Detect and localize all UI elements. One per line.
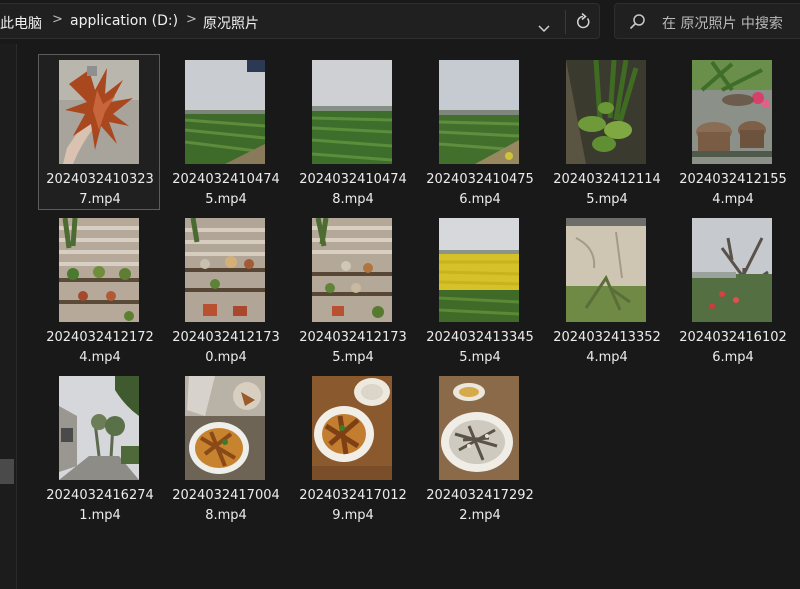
file-name: 20240324121735.mp4 xyxy=(299,330,407,365)
breadcrumb-current-folder[interactable]: 原况照片 xyxy=(203,13,259,33)
video-thumbnail xyxy=(692,218,772,322)
video-thumbnail xyxy=(59,376,139,480)
breadcrumb-drive-d[interactable]: application (D:) xyxy=(70,13,178,29)
file-name: 20240324104756.mp4 xyxy=(426,172,534,207)
navigation-scrollbar-thumb[interactable] xyxy=(0,459,14,484)
file-name: 20240324133524.mp4 xyxy=(553,330,661,365)
file-name: 20240324121724.mp4 xyxy=(46,330,154,365)
breadcrumb-separator[interactable]: > xyxy=(52,12,63,27)
file-item[interactable]: 20240324104745.mp4 xyxy=(164,54,286,210)
video-thumbnail xyxy=(312,60,392,164)
divider xyxy=(565,10,566,34)
file-name: 20240324170048.mp4 xyxy=(172,488,280,523)
video-thumbnail xyxy=(312,376,392,480)
file-name: 20240324121730.mp4 xyxy=(172,330,280,365)
video-thumbnail xyxy=(312,218,392,322)
video-thumbnail xyxy=(185,376,265,480)
video-thumbnail xyxy=(439,60,519,164)
file-item[interactable]: 20240324170129.mp4 xyxy=(291,370,413,526)
video-thumbnail xyxy=(439,376,519,480)
video-thumbnail xyxy=(566,60,646,164)
video-thumbnail xyxy=(185,60,265,164)
file-name: 20240324161026.mp4 xyxy=(679,330,787,365)
video-thumbnail xyxy=(59,218,139,322)
file-item[interactable]: 20240324161026.mp4 xyxy=(671,212,793,368)
file-name: 20240324121554.mp4 xyxy=(679,172,787,207)
file-name: 20240324121145.mp4 xyxy=(553,172,661,207)
file-name: 20240324162741.mp4 xyxy=(46,488,154,523)
file-name: 20240324170129.mp4 xyxy=(299,488,407,523)
file-name: 20240324133455.mp4 xyxy=(426,330,534,365)
file-item[interactable]: 20240324121554.mp4 xyxy=(671,54,793,210)
file-name: 20240324172922.mp4 xyxy=(426,488,534,523)
search-box[interactable]: 在 原况照片 中搜索 xyxy=(614,3,800,39)
file-name: 20240324104745.mp4 xyxy=(172,172,280,207)
file-item[interactable]: 20240324121145.mp4 xyxy=(545,54,667,210)
breadcrumb-this-pc[interactable]: 此电脑 xyxy=(0,13,42,33)
file-item[interactable]: 20240324121724.mp4 xyxy=(38,212,160,368)
search-input[interactable]: 在 原况照片 中搜索 xyxy=(662,13,783,33)
search-icon xyxy=(629,13,647,35)
file-name: 20240324103237.mp4 xyxy=(46,172,154,207)
file-item[interactable]: 20240324121730.mp4 xyxy=(164,212,286,368)
file-item[interactable]: 20240324170048.mp4 xyxy=(164,370,286,526)
file-item[interactable]: 20240324103237.mp4 xyxy=(38,54,160,210)
file-item[interactable]: 20240324133524.mp4 xyxy=(545,212,667,368)
chevron-down-icon[interactable] xyxy=(538,18,550,37)
refresh-icon[interactable] xyxy=(575,12,591,35)
video-thumbnail xyxy=(692,60,772,164)
video-thumbnail xyxy=(439,218,519,322)
video-thumbnail xyxy=(566,218,646,322)
breadcrumb-separator[interactable]: > xyxy=(186,12,197,27)
file-item[interactable]: 20240324121735.mp4 xyxy=(291,212,413,368)
file-item[interactable]: 20240324133455.mp4 xyxy=(418,212,540,368)
video-thumbnail xyxy=(59,60,139,164)
file-item[interactable]: 20240324162741.mp4 xyxy=(38,370,160,526)
navigation-pane[interactable] xyxy=(0,44,17,589)
video-thumbnail xyxy=(185,218,265,322)
file-item[interactable]: 20240324172922.mp4 xyxy=(418,370,540,526)
file-name: 20240324104748.mp4 xyxy=(299,172,407,207)
file-item[interactable]: 20240324104748.mp4 xyxy=(291,54,413,210)
address-bar[interactable]: 此电脑 > application (D:) > 原况照片 xyxy=(0,3,600,39)
file-item[interactable]: 20240324104756.mp4 xyxy=(418,54,540,210)
